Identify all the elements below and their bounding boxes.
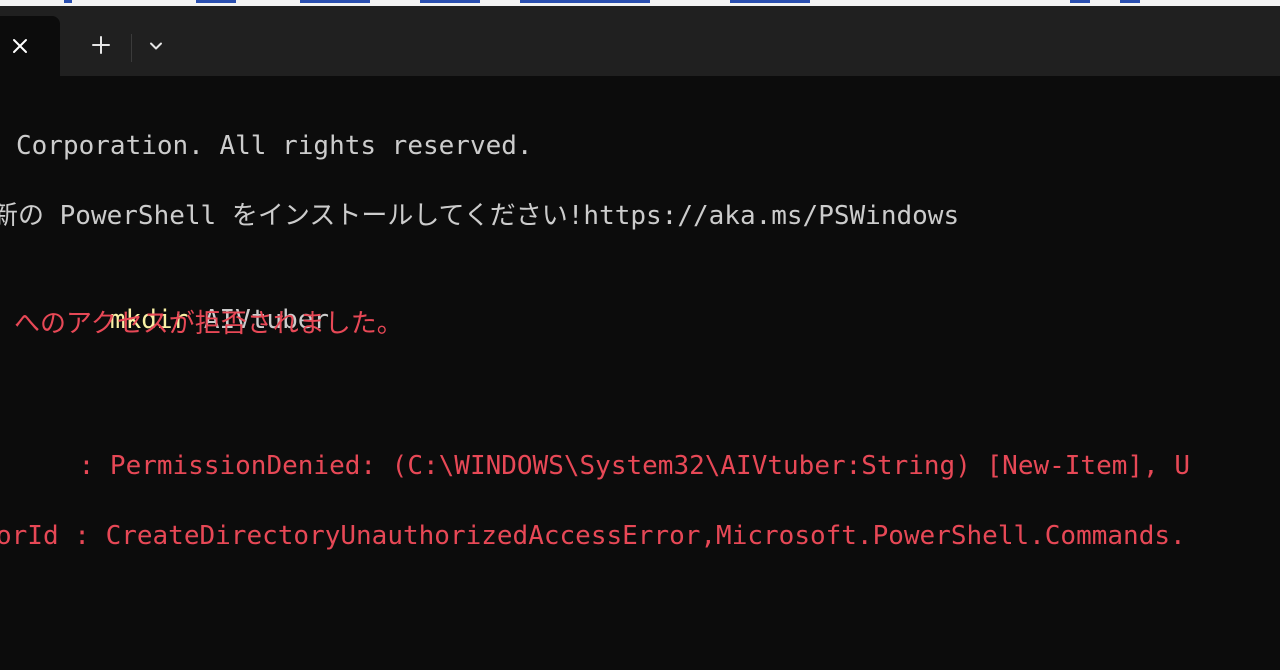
plus-icon <box>91 35 111 60</box>
error-id-line: orId : CreateDirectoryUnauthorizedAccess… <box>0 521 1186 551</box>
profile-dropdown-button[interactable] <box>140 32 172 64</box>
close-icon <box>11 37 29 60</box>
close-tab-button[interactable] <box>6 34 34 62</box>
category-info-line: : PermissionDenied: (C:\WINDOWS\System32… <box>16 451 1190 481</box>
install-hint-line: 新の PowerShell をインストールしてください!https://aka.… <box>0 201 960 231</box>
tab-bar <box>0 6 1280 76</box>
terminal-window: Corporation. All rights reserved. 新の Pow… <box>0 0 1280 670</box>
chevron-down-icon <box>148 38 164 59</box>
new-tab-button[interactable] <box>84 30 118 64</box>
access-denied-line: へのアクセスが拒否されました。 <box>14 309 403 339</box>
terminal-output[interactable]: Corporation. All rights reserved. 新の Pow… <box>0 76 1280 670</box>
toolbar-divider <box>131 34 132 62</box>
copyright-line: Corporation. All rights reserved. <box>16 131 533 161</box>
tab-active[interactable] <box>0 16 60 76</box>
